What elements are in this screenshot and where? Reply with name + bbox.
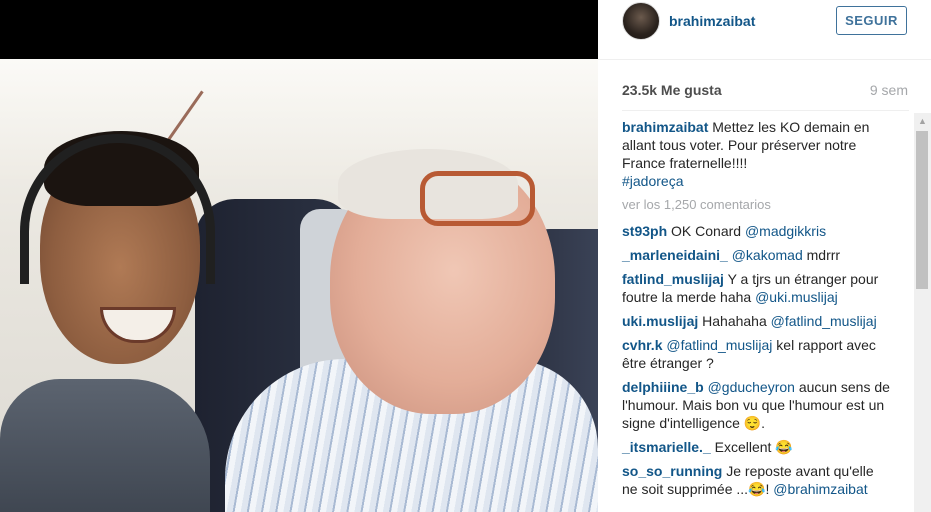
comment-mention[interactable]: @madgikkris	[745, 223, 826, 239]
comment-item: so_so_running Je reposte avant qu'elle n…	[622, 462, 892, 498]
comment-item: st93ph OK Conard @madgikkris	[622, 222, 892, 240]
comment-mention[interactable]: @kakomad	[732, 247, 803, 263]
comment-mention[interactable]: @brahimzaibat	[773, 481, 867, 497]
comment-text: mdrrr	[802, 247, 841, 263]
comment-mention[interactable]: @gducheyron	[708, 379, 795, 395]
comment-text: OK Conard	[671, 223, 745, 239]
comment-item: fatlind_muslijaj Y a tjrs un étranger po…	[622, 270, 892, 306]
comment-username[interactable]: cvhr.k	[622, 337, 662, 353]
header-divider	[598, 59, 931, 60]
comment-username[interactable]: fatlind_muslijaj	[622, 271, 724, 287]
post-photo[interactable]	[0, 59, 598, 512]
comment-mention[interactable]: @fatlind_muslijaj	[771, 313, 877, 329]
comment-item: _marleneidaini_ @kakomad mdrrr	[622, 246, 892, 264]
comment-item: _itsmarielle._ Excellent 😂	[622, 438, 892, 456]
comment-text: Hahahaha	[702, 313, 771, 329]
post-time[interactable]: 9 sem	[870, 82, 908, 98]
caption-hashtag[interactable]: #jadoreça	[622, 173, 684, 189]
comments-list: brahimzaibat Mettez les KO demain en all…	[622, 118, 892, 504]
post-media-area	[0, 0, 598, 512]
comment-mention[interactable]: @uki.muslijaj	[755, 289, 838, 305]
caption-username[interactable]: brahimzaibat	[622, 119, 708, 135]
divider	[622, 110, 909, 111]
comment-mention[interactable]: @fatlind_muslijaj	[666, 337, 772, 353]
comment-text: Excellent 😂	[714, 439, 793, 455]
glasses	[420, 171, 535, 226]
load-more-comments[interactable]: ver los 1,250 comentarios	[622, 196, 892, 214]
caption: brahimzaibat Mettez les KO demain en all…	[622, 118, 892, 190]
comment-item: cvhr.k @fatlind_muslijaj kel rapport ave…	[622, 336, 892, 372]
comment-item: delphiiine_b @gducheyron aucun sens de l…	[622, 378, 892, 432]
scroll-up-arrow-icon[interactable]: ▲	[914, 113, 931, 130]
person-left-shirt	[0, 379, 210, 512]
comment-username[interactable]: _itsmarielle._	[622, 439, 711, 455]
post-username[interactable]: brahimzaibat	[669, 13, 755, 29]
comment-username[interactable]: _marleneidaini_	[622, 247, 728, 263]
comment-item: uki.muslijaj Hahahaha @fatlind_muslijaj	[622, 312, 892, 330]
follow-button[interactable]: SEGUIR	[836, 6, 907, 35]
comment-username[interactable]: delphiiine_b	[622, 379, 704, 395]
comments-scrollbar[interactable]: ▲	[914, 113, 931, 512]
avatar[interactable]	[622, 2, 660, 40]
scrollbar-thumb[interactable]	[916, 131, 928, 289]
comment-username[interactable]: uki.muslijaj	[622, 313, 698, 329]
comment-username[interactable]: so_so_running	[622, 463, 722, 479]
comment-username[interactable]: st93ph	[622, 223, 667, 239]
post-details-panel: brahimzaibat SEGUIR 23.5k Me gusta 9 sem…	[598, 0, 931, 512]
like-count[interactable]: 23.5k Me gusta	[622, 82, 722, 98]
